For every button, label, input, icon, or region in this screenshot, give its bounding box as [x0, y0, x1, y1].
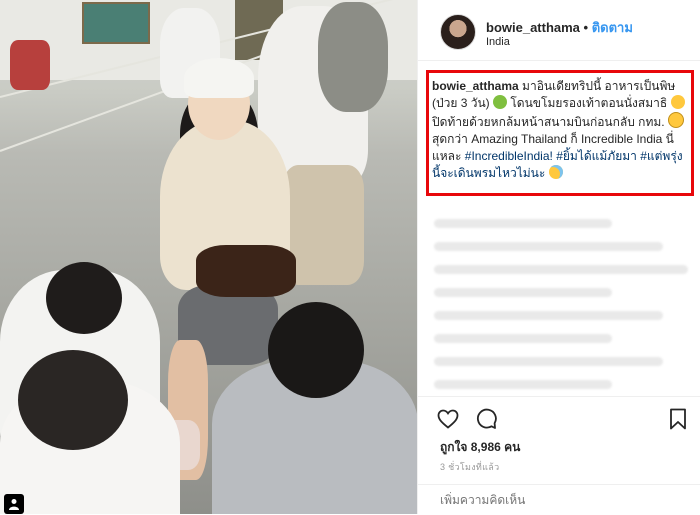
comment-icon[interactable] [474, 407, 498, 431]
medic-head [46, 262, 122, 334]
kneeling-man-head [268, 302, 364, 398]
username-link[interactable]: bowie_atthama [486, 20, 580, 35]
post-side-panel: bowie_atthama • ติดตาม India bowie_attha… [417, 0, 700, 514]
caption-username[interactable]: bowie_atthama [432, 79, 519, 93]
comment-input[interactable] [438, 492, 682, 508]
post-photo[interactable] [0, 0, 417, 514]
handbag [196, 245, 296, 297]
comment-row [434, 219, 612, 228]
bookmark-icon[interactable] [666, 407, 690, 431]
wall-poster [82, 2, 150, 44]
comment-row [434, 380, 612, 389]
background-luggage [10, 40, 50, 90]
sick-face-icon [493, 95, 508, 109]
blurred-comments [434, 205, 688, 403]
post-caption: bowie_atthama มาอินเดียทริปนี้ อาหารเป็น… [432, 78, 688, 182]
add-comment-bar [418, 484, 700, 515]
post-author: bowie_atthama • ติดตาม [486, 17, 633, 38]
hashtag-link[interactable]: #ยิ้มได้แม้ภัยมา [556, 149, 637, 163]
avatar[interactable] [440, 14, 476, 50]
dizzy-face-icon [670, 95, 685, 109]
follow-button[interactable]: ติดตาม [592, 20, 633, 35]
likes-count[interactable]: ถูกใจ 8,986 คน [440, 438, 520, 457]
foreground-person-head [18, 350, 128, 450]
post-timestamp: 3 ชั่วโมงที่แล้ว [440, 462, 500, 472]
separator-dot: • [583, 20, 589, 35]
caption-text-3: ปิดท้ายด้วยหกล้มหน้าสนามบินก่อนกลับ กทม. [432, 115, 665, 129]
knit-hat [184, 58, 254, 98]
instagram-post: bowie_atthama • ติดตาม India bowie_attha… [0, 0, 700, 514]
caption-text-2: โดนขโมยรองเท้าตอนนั่งสมาธิ [510, 96, 668, 110]
hashtag-link[interactable]: #IncredibleIndia! [465, 149, 553, 163]
comment-row [434, 357, 663, 366]
screaming-face-icon [667, 112, 684, 128]
comment-row [434, 265, 688, 274]
comment-row [434, 311, 663, 320]
post-actions-bar [418, 396, 700, 433]
comment-row [434, 288, 612, 297]
jacket [318, 2, 388, 112]
comment-row [434, 242, 663, 251]
sweat-smile-icon [548, 165, 563, 179]
location-link[interactable]: India [486, 36, 510, 48]
user-tag-icon[interactable] [4, 494, 24, 514]
heart-icon[interactable] [436, 407, 460, 431]
post-header: bowie_atthama • ติดตาม India [418, 0, 700, 61]
comment-row [434, 334, 612, 343]
